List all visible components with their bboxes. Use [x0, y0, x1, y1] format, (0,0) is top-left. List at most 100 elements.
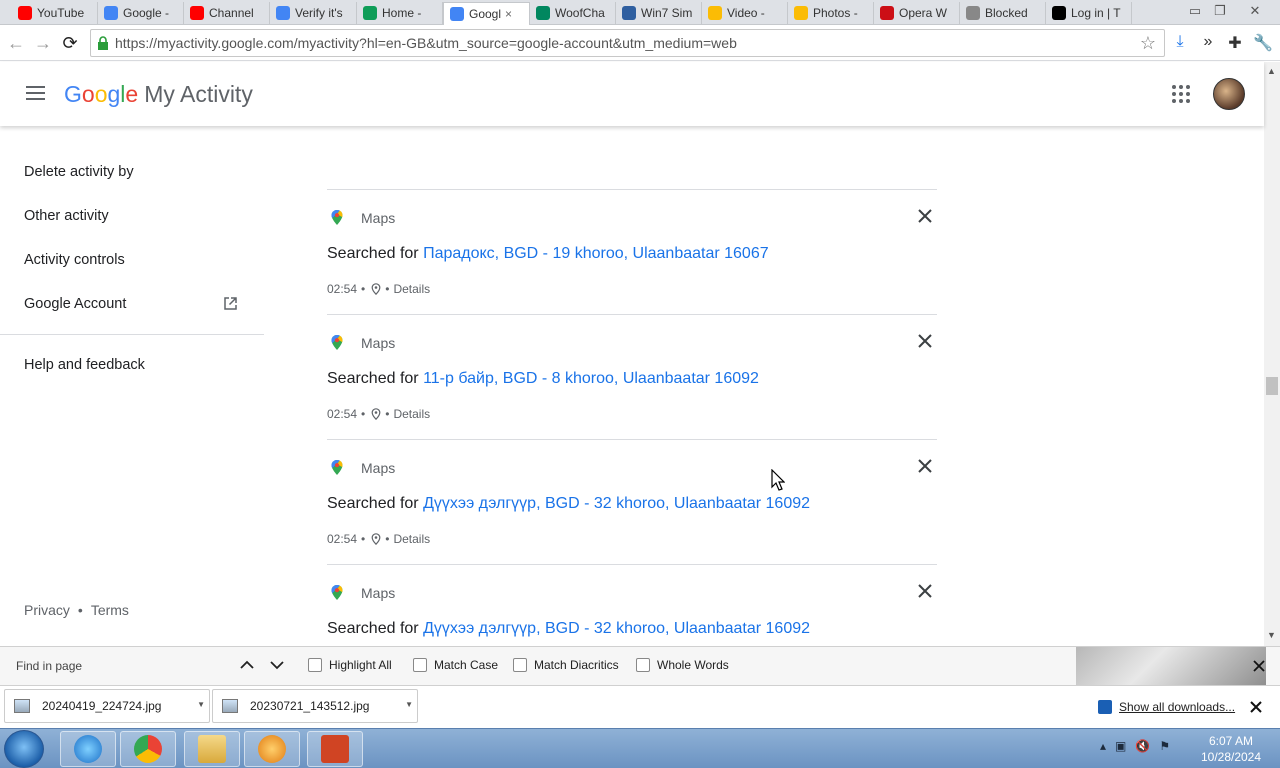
browser-tab[interactable]: Win7 Sim	[616, 2, 702, 24]
forward-icon[interactable]: →	[33, 33, 53, 53]
download-icon[interactable]: ⤓	[1170, 33, 1190, 51]
network-icon[interactable]: ▣	[1115, 739, 1126, 753]
browser-tab[interactable]: Channel	[184, 2, 270, 24]
browser-tab[interactable]: Photos -	[788, 2, 874, 24]
item-meta: 02:54 • • Details	[327, 282, 430, 296]
download-menu-icon[interactable]: ▼	[197, 700, 205, 709]
details-link[interactable]: Details	[393, 282, 430, 296]
download-item[interactable]: 20240419_224724.jpg ▼	[4, 689, 210, 723]
sidebar-item-activity-controls[interactable]: Activity controls	[24, 252, 125, 268]
minimize-icon[interactable]: ▭	[1184, 2, 1206, 20]
sidebar-item-delete-activity-by[interactable]: Delete activity by	[24, 164, 134, 180]
details-link[interactable]: Details	[393, 407, 430, 421]
search-line: Searched for Дүүхээ дэлгүүр, BGD - 32 kh…	[327, 620, 810, 638]
tab-title: Googl	[469, 7, 502, 21]
sidebar-item-other-activity[interactable]: Other activity	[24, 208, 109, 224]
highlight-all-label: Highlight All	[329, 658, 392, 672]
extensions-puzzle-icon[interactable]: ✚	[1225, 33, 1245, 53]
address-bar[interactable]: https://myactivity.google.com/myactivity…	[90, 29, 1165, 57]
find-input[interactable]: Find in page	[16, 659, 226, 673]
search-line: Searched for Дүүхээ дэлгүүр, BGD - 32 kh…	[327, 495, 810, 513]
volume-muted-icon[interactable]: 🔇	[1135, 739, 1150, 753]
bookmark-star-icon[interactable]: ☆	[1140, 33, 1156, 54]
download-item[interactable]: 20230721_143512.jpg ▼	[212, 689, 418, 723]
browser-tab[interactable]: Google -	[98, 2, 184, 24]
taskbar-powerpoint[interactable]	[307, 731, 363, 767]
match-diacritics-label: Match Diacritics	[534, 658, 619, 672]
action-center-flag-icon[interactable]: ⚑	[1159, 739, 1170, 753]
find-next-icon[interactable]	[268, 656, 286, 674]
searched-for-label: Searched for	[327, 370, 424, 387]
wrench-menu-icon[interactable]: 🔧	[1253, 33, 1273, 53]
browser-tab[interactable]: Verify it's	[270, 2, 357, 24]
delete-item-icon[interactable]	[915, 456, 935, 476]
match-case-label: Match Case	[434, 658, 499, 672]
downloads-icon	[1098, 700, 1112, 714]
taskbar-clock[interactable]: 6:07 AM 10/28/2024	[1196, 733, 1266, 765]
meta-separator: •	[385, 532, 390, 546]
google-my-activity-logo[interactable]: Google My Activity	[64, 81, 253, 108]
tab-title: Blocked	[985, 6, 1028, 20]
account-avatar[interactable]	[1213, 78, 1245, 110]
browser-tab[interactable]: Opera W	[874, 2, 960, 24]
taskbar-chrome[interactable]	[120, 731, 176, 767]
tab-close-icon[interactable]: ×	[505, 7, 512, 21]
browser-tab[interactable]: Log in | T	[1046, 2, 1132, 24]
details-link[interactable]: Details	[393, 532, 430, 546]
search-query-link[interactable]: Парадокс, BGD - 19 khoroo, Ulaanbaatar 1…	[423, 245, 769, 262]
tray-expand-icon[interactable]: ▴	[1100, 739, 1106, 753]
reload-icon[interactable]: ⟳	[60, 33, 80, 53]
search-query-link[interactable]: Дүүхээ дэлгүүр, BGD - 32 khoroo, Ulaanba…	[423, 495, 810, 512]
clock-date: 10/28/2024	[1200, 750, 1262, 764]
browser-tab[interactable]: Home -	[357, 2, 443, 24]
meta-separator: •	[361, 282, 366, 296]
scroll-down-icon[interactable]: ▼	[1267, 630, 1276, 640]
sidebar-item-google-account[interactable]: Google Account	[24, 296, 126, 312]
page-header: Google My Activity	[0, 62, 1264, 126]
download-menu-icon[interactable]: ▼	[405, 700, 413, 709]
match-case-checkbox[interactable]: Match Case	[413, 658, 498, 672]
taskbar-internet-explorer[interactable]	[60, 731, 116, 767]
browser-tab[interactable]: Blocked	[960, 2, 1046, 24]
lock-icon	[98, 36, 108, 50]
find-previous-icon[interactable]	[238, 656, 256, 674]
service-row: Maps	[327, 459, 395, 476]
terms-link[interactable]: Terms	[91, 602, 129, 618]
match-diacritics-checkbox[interactable]: Match Diacritics	[513, 658, 619, 672]
page-scrollbar[interactable]: ▲ ▼	[1264, 62, 1280, 646]
browser-tab[interactable]: Video -	[702, 2, 788, 24]
search-query-link[interactable]: Дүүхээ дэлгүүр, BGD - 32 khoroo, Ulaanba…	[423, 620, 810, 637]
service-row: Maps	[327, 584, 395, 601]
highlight-all-checkbox[interactable]: Highlight All	[308, 658, 392, 672]
back-icon[interactable]: ←	[6, 33, 26, 53]
tab-title: Opera W	[899, 6, 948, 20]
folder-icon	[198, 735, 226, 763]
whole-words-checkbox[interactable]: Whole Words	[636, 658, 729, 672]
find-bar-close-icon[interactable]	[1252, 659, 1266, 673]
main-menu-icon[interactable]	[26, 86, 45, 100]
show-all-downloads-link[interactable]: Show all downloads...	[1098, 700, 1235, 714]
scroll-up-icon[interactable]: ▲	[1267, 66, 1276, 76]
restore-icon[interactable]: ❐	[1209, 2, 1231, 20]
delete-item-icon[interactable]	[915, 331, 935, 351]
window-close-icon[interactable]: ✕	[1244, 2, 1266, 20]
sidebar-item-help-and-feedback[interactable]: Help and feedback	[24, 357, 145, 373]
browser-tab[interactable]: YouTube	[12, 2, 98, 24]
google-apps-icon[interactable]	[1172, 85, 1190, 103]
taskbar-explorer[interactable]	[184, 731, 240, 767]
browser-tab[interactable]: Googl ×	[443, 2, 530, 25]
open-external-icon	[224, 297, 237, 310]
scrollbar-thumb[interactable]	[1266, 377, 1278, 395]
maps-pin-icon	[331, 210, 343, 225]
delete-item-icon[interactable]	[915, 581, 935, 601]
browser-tab[interactable]: WoofCha	[530, 2, 616, 24]
privacy-link[interactable]: Privacy	[24, 602, 70, 618]
whole-words-label: Whole Words	[657, 658, 729, 672]
delete-item-icon[interactable]	[915, 206, 935, 226]
more-tools-chevron-icon[interactable]: »	[1198, 33, 1218, 51]
taskbar-media-player[interactable]	[244, 731, 300, 767]
windows-start-icon[interactable]	[4, 730, 44, 768]
item-meta: 02:54 • • Details	[327, 407, 430, 421]
downloads-close-icon[interactable]	[1250, 701, 1262, 713]
search-query-link[interactable]: 11-р байр, BGD - 8 khoroo, Ulaanbaatar 1…	[423, 370, 759, 387]
